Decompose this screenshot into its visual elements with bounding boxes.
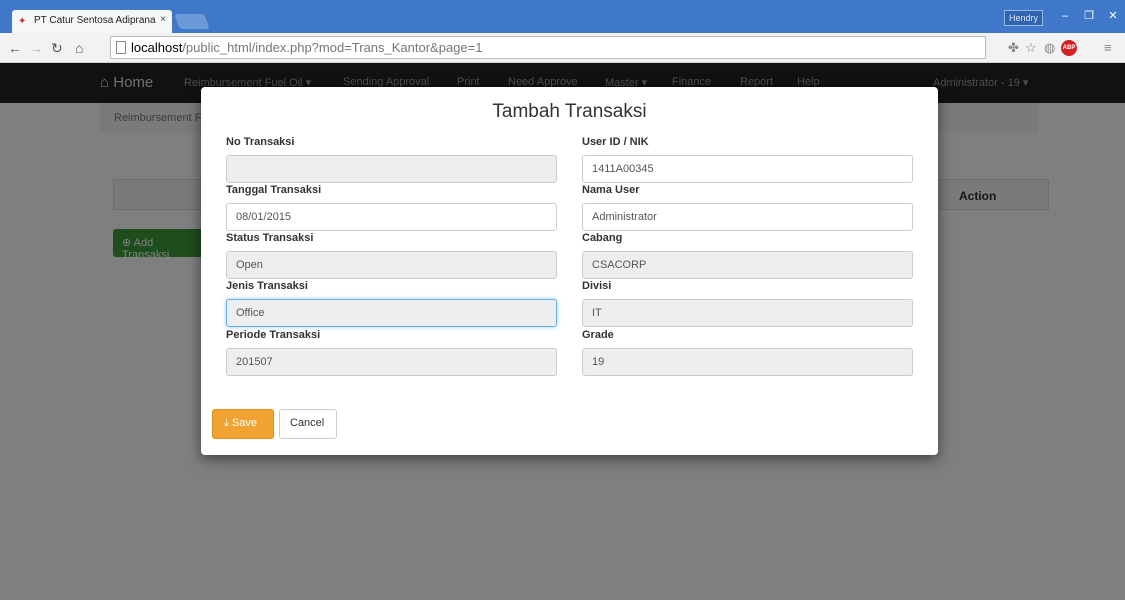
divisi-field[interactable]: IT <box>582 299 913 327</box>
address-bar[interactable]: localhost/public_html/index.php?mod=Tran… <box>110 36 986 59</box>
browser-toolbar: ← → ↻ ⌂ localhost/public_html/index.php?… <box>0 33 1125 63</box>
periode-transaksi-field[interactable]: 201507 <box>226 348 557 376</box>
url-host: localhost <box>131 40 183 55</box>
favicon-icon: ✦ <box>18 16 27 27</box>
label-nama-user: Nama User <box>582 184 640 196</box>
save-button[interactable]: ⤓ Save <box>212 409 274 439</box>
forward-icon[interactable]: → <box>29 40 43 56</box>
label-grade: Grade <box>582 329 614 341</box>
label-jenis-transaksi: Jenis Transaksi <box>226 280 308 292</box>
menu-icon[interactable]: ≡ <box>1104 40 1112 56</box>
tambah-transaksi-modal: Tambah Transaksi No Transaksi Tanggal Tr… <box>201 87 938 455</box>
extension-globe-icon[interactable]: ◍ <box>1044 40 1055 56</box>
browser-tabstrip: ✦ PT Catur Sentosa Adiprana × Hendry – ❐… <box>0 0 1125 33</box>
window-close-icon[interactable]: ✕ <box>1101 8 1125 25</box>
grade-field[interactable]: 19 <box>582 348 913 376</box>
cabang-field[interactable]: CSACORP <box>582 251 913 279</box>
download-icon: ⤓ <box>224 417 232 429</box>
label-user-id: User ID / NIK <box>582 136 649 148</box>
home-icon[interactable]: ⌂ <box>75 40 83 56</box>
label-cabang: Cabang <box>582 232 623 244</box>
label-status-transaksi: Status Transaksi <box>226 232 314 244</box>
modal-title: Tambah Transaksi <box>492 101 647 122</box>
label-tanggal-transaksi: Tanggal Transaksi <box>226 184 322 196</box>
nama-user-field[interactable]: Administrator <box>582 203 913 231</box>
profile-badge[interactable]: Hendry <box>1004 10 1043 26</box>
save-button-label: Save <box>231 417 257 429</box>
cancel-button[interactable]: Cancel <box>279 409 337 439</box>
adblock-icon[interactable]: ABP <box>1061 40 1077 56</box>
label-no-transaksi: No Transaksi <box>226 136 295 148</box>
user-id-field[interactable]: 1411A00345 <box>582 155 913 183</box>
jenis-transaksi-select[interactable]: Office <box>226 299 557 327</box>
minimize-icon[interactable]: – <box>1053 8 1077 25</box>
tab-title: PT Catur Sentosa Adiprana <box>34 15 156 26</box>
reload-icon[interactable]: ↻ <box>51 40 63 56</box>
label-divisi: Divisi <box>582 280 612 292</box>
page-icon <box>116 41 126 54</box>
page: ⌂ Home Reimbursement Fuel Oil ▾ Sending … <box>0 63 1125 600</box>
bookmark-star-icon[interactable]: ☆ <box>1025 40 1037 56</box>
new-tab-button[interactable] <box>174 14 210 29</box>
browser-tab[interactable]: ✦ PT Catur Sentosa Adiprana × <box>12 10 172 33</box>
back-icon[interactable]: ← <box>8 40 22 56</box>
no-transaksi-field[interactable] <box>226 155 557 183</box>
tab-close-icon[interactable]: × <box>160 14 166 25</box>
label-periode-transaksi: Periode Transaksi <box>226 329 321 341</box>
maximize-icon[interactable]: ❐ <box>1077 8 1101 25</box>
url-path: /public_html/index.php?mod=Trans_Kantor&… <box>182 40 483 55</box>
status-transaksi-field[interactable]: Open <box>226 251 557 279</box>
extension-icon[interactable]: ✤ <box>1008 40 1019 56</box>
tanggal-transaksi-field[interactable]: 08/01/2015 <box>226 203 557 231</box>
